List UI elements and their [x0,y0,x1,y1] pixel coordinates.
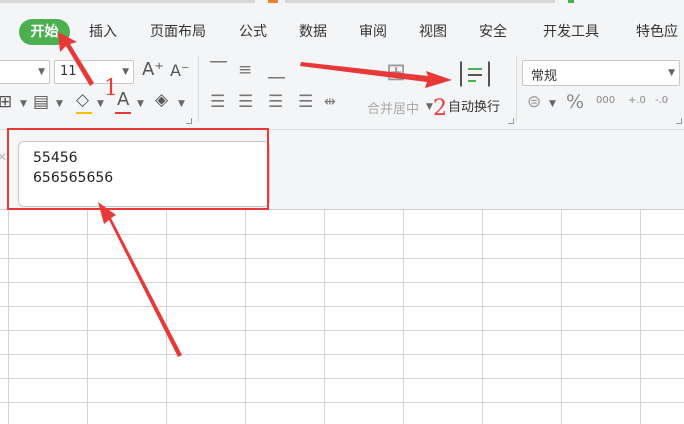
tab-review[interactable]: 审阅 [359,18,387,46]
font-group-launcher[interactable] [186,118,192,124]
annotation-highlight-box [7,128,269,210]
title-accent-orange [268,0,278,3]
tab-page-layout[interactable]: 页面布局 [150,18,206,46]
tab-view[interactable]: 视图 [419,18,447,46]
number-format-select[interactable]: 常规 ▼ [522,60,680,86]
thousands-separator-icon[interactable]: 000 [596,91,615,111]
tab-home[interactable]: 开始 [19,19,70,45]
font-size-select[interactable]: 11 ▼ [54,60,134,84]
align-left-icon[interactable]: ☰ [210,92,225,112]
align-center-icon[interactable]: ☰ [238,92,253,112]
tab-developer[interactable]: 开发工具 [543,18,599,46]
merge-center-label: 合并居中 [367,102,420,117]
merge-center-button[interactable]: ⊞ 合并居中 ▼ [362,58,442,122]
chevron-down-icon: ▼ [668,68,675,78]
chevron-down-icon: ▼ [426,102,433,112]
chevron-down-icon[interactable]: ▼ [178,99,185,109]
chevron-down-icon: ▼ [122,67,129,77]
align-middle-icon[interactable]: ≡ [238,60,252,80]
align-right-icon[interactable]: ☰ [268,92,283,112]
chevron-down-icon[interactable]: ▼ [56,99,63,109]
alignment-group-launcher[interactable] [508,118,514,124]
cell-style-icon[interactable]: ▤ [33,92,49,112]
formula-bar-edge-glyph: ✕ [0,150,8,164]
annotation-step-2: 2 [433,96,447,121]
tab-data[interactable]: 数据 [299,18,327,46]
chevron-down-icon[interactable]: ▼ [97,99,104,109]
fill-color-underline [76,112,92,114]
separator [516,56,517,122]
title-accent-gray [0,0,255,3]
ribbon-home: ▼ 11 ▼ A⁺ A⁻ ⊞ ▼ ▤ ▼ ◇ ▼ A ▼ ◈ ▼ ⎺ ≡ ⎽ ☰… [0,48,684,130]
spreadsheet-grid[interactable] [0,210,684,424]
percent-icon[interactable]: % [566,92,584,112]
number-group-launcher[interactable] [676,118,682,124]
merge-cells-icon: ⊞ [386,58,407,86]
chevron-down-icon[interactable]: ▼ [549,99,556,109]
chevron-down-icon: ▼ [38,67,45,77]
fill-color-icon[interactable]: ◇ [76,90,89,110]
clear-format-icon[interactable]: ◈ [155,90,168,110]
wrap-text-label: 自动换行 [448,100,501,115]
font-name-select[interactable]: ▼ [0,60,50,84]
font-color-icon[interactable]: A [117,90,129,110]
title-accent-gray2 [285,0,555,3]
increase-decimal-icon[interactable]: +.0 [628,91,646,111]
decrease-font-icon[interactable]: A⁻ [170,61,189,81]
wrap-text-button[interactable]: 自动换行 [446,58,510,122]
align-bottom-icon[interactable]: ⎽ [268,60,285,80]
annotation-step-1: 1 [104,76,118,101]
justify-icon[interactable]: ☰ [298,92,313,112]
decrease-decimal-icon[interactable]: -.0 [655,91,668,111]
number-format-value: 常规 [531,69,558,84]
font-size-value: 11 [60,64,77,79]
tab-formulas[interactable]: 公式 [239,18,267,46]
tab-security[interactable]: 安全 [479,18,507,46]
separator [198,56,199,122]
align-top-icon[interactable]: ⎺ [210,60,227,80]
wrap-text-icon [460,60,490,88]
currency-icon[interactable]: ⊜ [527,92,541,112]
title-accent-green [568,0,574,3]
tab-special[interactable]: 特色应 [636,18,678,46]
tab-insert[interactable]: 插入 [89,18,117,46]
ribbon-tab-bar: 开始 插入 页面布局 公式 数据 审阅 视图 安全 开发工具 特色应 [0,0,684,48]
chevron-down-icon[interactable]: ▼ [20,99,27,109]
grid-lines [0,210,684,424]
font-color-underline [115,112,131,114]
increase-font-icon[interactable]: A⁺ [142,60,164,80]
distributed-icon[interactable]: ⇹ [324,92,336,112]
borders-icon[interactable]: ⊞ [0,92,12,112]
chevron-down-icon[interactable]: ▼ [137,99,144,109]
